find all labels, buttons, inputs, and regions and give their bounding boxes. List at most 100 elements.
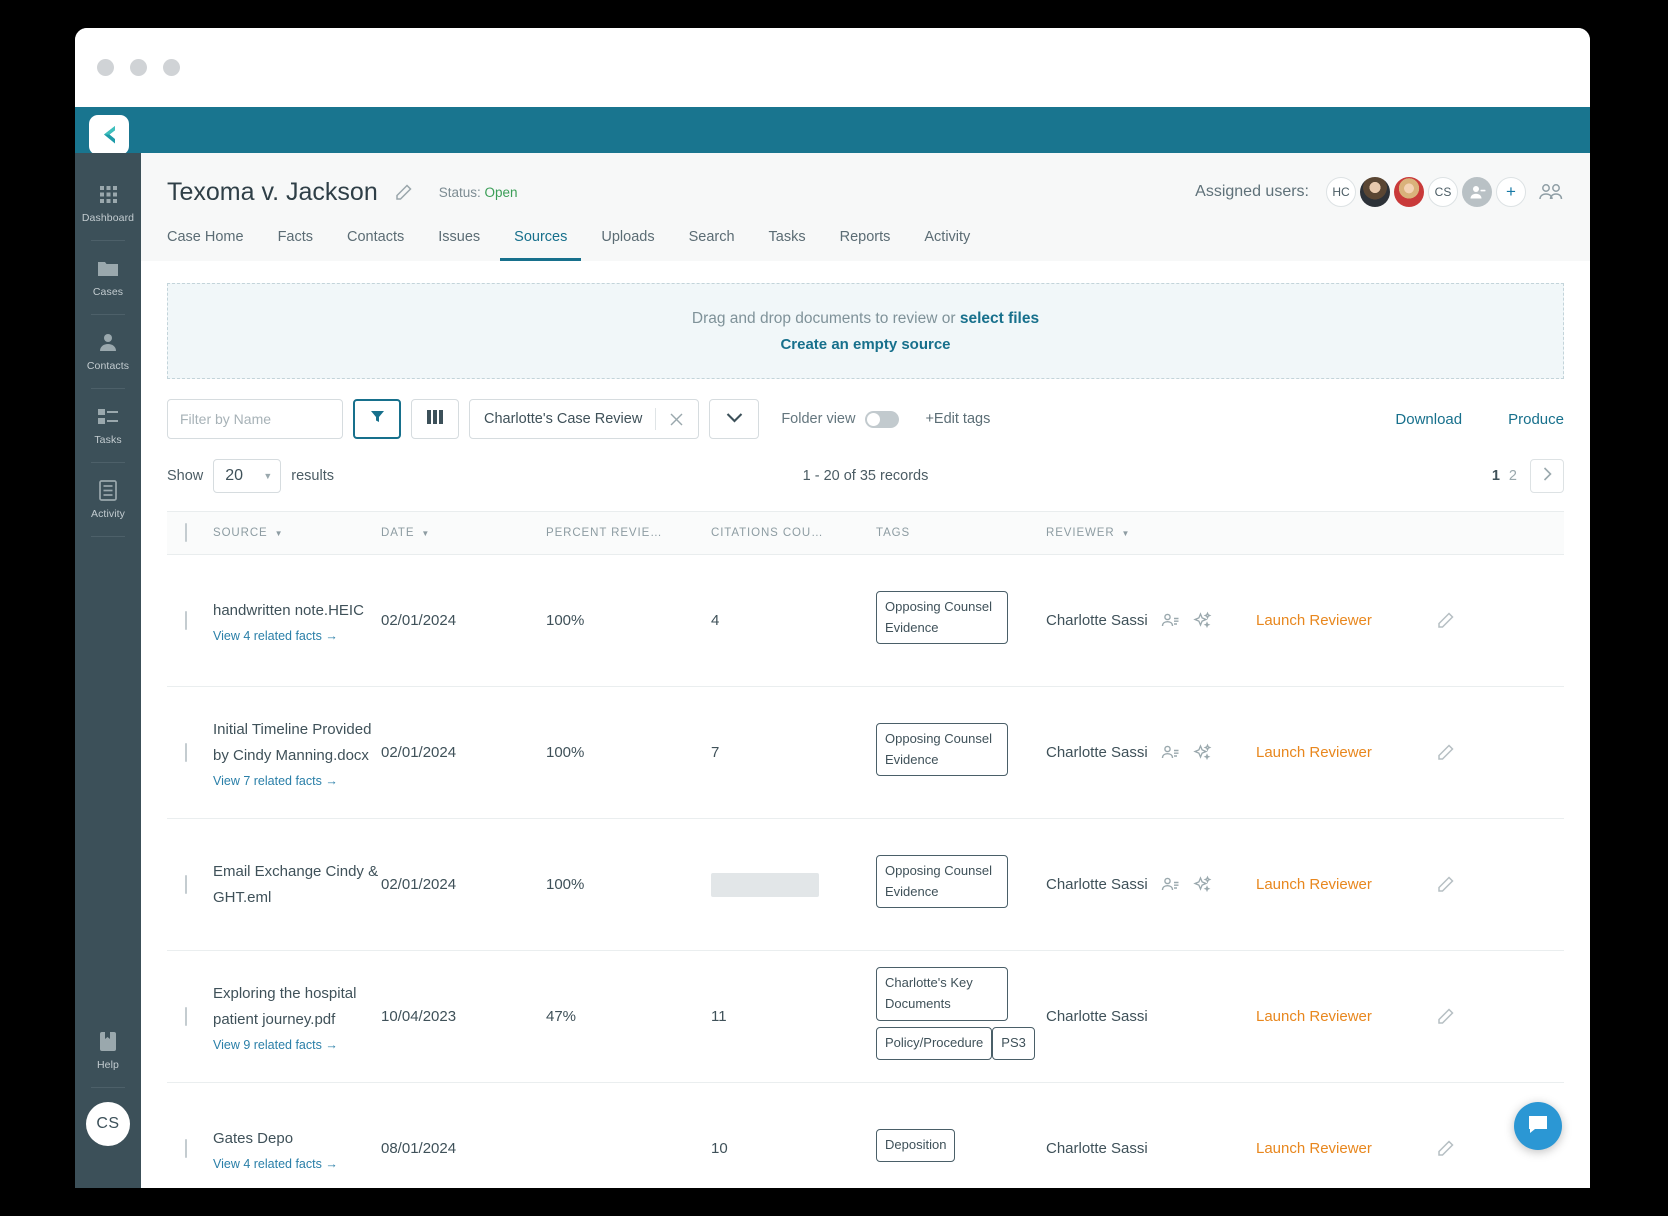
column-header-tags[interactable]: TAGS xyxy=(876,527,1046,539)
sidebar-item-help[interactable]: Help xyxy=(75,1028,141,1071)
tag-chip[interactable]: Charlotte's Key Documents xyxy=(876,967,1008,1021)
pencil-icon[interactable] xyxy=(1436,611,1506,630)
tab-sources[interactable]: Sources xyxy=(500,229,581,261)
table-row[interactable]: handwritten note.HEIC View 4 related fac… xyxy=(167,555,1564,687)
pencil-icon[interactable] xyxy=(394,183,413,202)
launch-reviewer-button[interactable]: Launch Reviewer xyxy=(1256,744,1372,761)
row-checkbox[interactable] xyxy=(185,875,187,894)
row-checkbox[interactable] xyxy=(185,611,187,630)
produce-button[interactable]: Produce xyxy=(1508,411,1564,428)
row-checkbox[interactable] xyxy=(185,1139,187,1158)
tag-chip[interactable]: Opposing Counsel Evidence xyxy=(876,723,1008,777)
tab-case-home[interactable]: Case Home xyxy=(167,229,258,261)
launch-reviewer-button[interactable]: Launch Reviewer xyxy=(1256,612,1372,629)
columns-button[interactable] xyxy=(411,399,459,439)
remove-user-button[interactable] xyxy=(1462,177,1492,207)
tab-tasks[interactable]: Tasks xyxy=(755,229,820,261)
pencil-icon[interactable] xyxy=(1436,1007,1506,1026)
column-header-source[interactable]: SOURCE ▼ xyxy=(213,527,381,539)
pencil-icon[interactable] xyxy=(1436,743,1506,762)
launch-reviewer-button[interactable]: Launch Reviewer xyxy=(1256,1140,1372,1157)
sidebar-item-tasks[interactable]: Tasks xyxy=(75,403,141,446)
tab-search[interactable]: Search xyxy=(675,229,749,261)
next-page-button[interactable] xyxy=(1530,459,1564,493)
row-checkbox[interactable] xyxy=(185,743,187,762)
table-row[interactable]: Email Exchange Cindy & GHT.eml 02/01/202… xyxy=(167,819,1564,951)
select-all-checkbox[interactable] xyxy=(185,523,187,542)
close-icon[interactable] xyxy=(669,412,698,427)
tab-uploads[interactable]: Uploads xyxy=(587,229,668,261)
filter-button[interactable] xyxy=(353,399,401,439)
sidebar-item-cases[interactable]: Cases xyxy=(75,255,141,298)
sparkle-icon[interactable] xyxy=(1193,875,1212,894)
download-button[interactable]: Download xyxy=(1395,411,1462,428)
sidebar-item-activity[interactable]: Activity xyxy=(75,477,141,520)
saved-view-chip[interactable]: Charlotte's Case Review xyxy=(469,399,699,439)
related-facts-link[interactable]: View 9 related facts → xyxy=(213,1038,381,1052)
minimize-icon[interactable] xyxy=(130,59,147,76)
pencil-icon[interactable] xyxy=(1436,875,1506,894)
edit-tags-button[interactable]: +Edit tags xyxy=(925,411,990,427)
tag-chip[interactable]: Opposing Counsel Evidence xyxy=(876,855,1008,909)
sidebar-item-contacts[interactable]: Contacts xyxy=(75,329,141,372)
page-2-button[interactable]: 2 xyxy=(1509,468,1517,484)
table-row[interactable]: Exploring the hospital patient journey.p… xyxy=(167,951,1564,1083)
launch-reviewer-button[interactable]: Launch Reviewer xyxy=(1256,876,1372,893)
search-input[interactable] xyxy=(167,399,343,439)
sparkle-icon[interactable] xyxy=(1193,611,1212,630)
source-name[interactable]: Exploring the hospital patient journey.p… xyxy=(213,981,381,1033)
add-user-button[interactable]: + xyxy=(1496,177,1526,207)
toggle-switch[interactable] xyxy=(865,411,899,428)
table-row[interactable]: Initial Timeline Provided by Cindy Manni… xyxy=(167,687,1564,819)
avatar[interactable]: HC xyxy=(1326,177,1356,207)
tag-chip[interactable]: Policy/Procedure xyxy=(876,1027,992,1060)
people-icon[interactable] xyxy=(1161,613,1180,628)
tab-facts[interactable]: Facts xyxy=(264,229,327,261)
chat-widget-button[interactable] xyxy=(1514,1102,1562,1150)
avatar[interactable]: CS xyxy=(1428,177,1458,207)
avatar[interactable] xyxy=(1360,177,1390,207)
source-name[interactable]: handwritten note.HEIC xyxy=(213,598,381,624)
row-checkbox[interactable] xyxy=(185,1007,187,1026)
tab-issues[interactable]: Issues xyxy=(424,229,494,261)
app-logo[interactable] xyxy=(89,115,129,155)
related-facts-link[interactable]: View 7 related facts → xyxy=(213,774,381,788)
related-facts-link[interactable]: View 4 related facts → xyxy=(213,1157,381,1171)
maximize-icon[interactable] xyxy=(163,59,180,76)
people-icon[interactable] xyxy=(1161,745,1180,760)
page-size-select[interactable]: 20 ▼ xyxy=(213,459,281,493)
launch-reviewer-button[interactable]: Launch Reviewer xyxy=(1256,1008,1372,1025)
table-row[interactable]: Gates Depo View 4 related facts → 08/01/… xyxy=(167,1083,1564,1188)
loading-placeholder xyxy=(711,873,819,897)
sparkle-icon[interactable] xyxy=(1193,743,1212,762)
people-icon[interactable] xyxy=(1161,877,1180,892)
tag-chip[interactable]: Opposing Counsel Evidence xyxy=(876,591,1008,645)
column-header-date[interactable]: DATE ▼ xyxy=(381,527,546,539)
page-1-button[interactable]: 1 xyxy=(1492,468,1500,484)
source-name[interactable]: Gates Depo xyxy=(213,1126,381,1152)
create-empty-source-link[interactable]: Create an empty source xyxy=(780,336,950,353)
avatar[interactable] xyxy=(1394,177,1424,207)
citations-cell: 4 xyxy=(711,612,876,629)
avatar[interactable]: CS xyxy=(86,1102,130,1146)
saved-view-dropdown[interactable] xyxy=(709,399,759,439)
related-facts-link[interactable]: View 4 related facts → xyxy=(213,629,381,643)
tag-chip[interactable]: Deposition xyxy=(876,1129,955,1162)
close-icon[interactable] xyxy=(97,59,114,76)
source-name[interactable]: Email Exchange Cindy & GHT.eml xyxy=(213,859,381,911)
window-controls[interactable] xyxy=(97,59,180,76)
people-group-icon[interactable] xyxy=(1538,183,1564,202)
tab-contacts[interactable]: Contacts xyxy=(333,229,418,261)
column-header-percent-reviewed[interactable]: PERCENT REVIE… xyxy=(546,527,711,539)
column-header-reviewer[interactable]: REVIEWER ▼ xyxy=(1046,527,1256,539)
folder-view-toggle[interactable]: Folder view xyxy=(781,411,899,428)
column-header-citations-count[interactable]: CITATIONS COU… xyxy=(711,527,876,539)
tag-chip[interactable]: PS3 xyxy=(992,1027,1035,1060)
select-files-link[interactable]: select files xyxy=(960,310,1039,327)
source-name[interactable]: Initial Timeline Provided by Cindy Manni… xyxy=(213,717,381,769)
tab-activity[interactable]: Activity xyxy=(910,229,984,261)
pencil-icon[interactable] xyxy=(1436,1139,1506,1158)
file-dropzone[interactable]: Drag and drop documents to review or sel… xyxy=(167,283,1564,379)
tab-reports[interactable]: Reports xyxy=(826,229,905,261)
sidebar-item-dashboard[interactable]: Dashboard xyxy=(75,181,141,224)
